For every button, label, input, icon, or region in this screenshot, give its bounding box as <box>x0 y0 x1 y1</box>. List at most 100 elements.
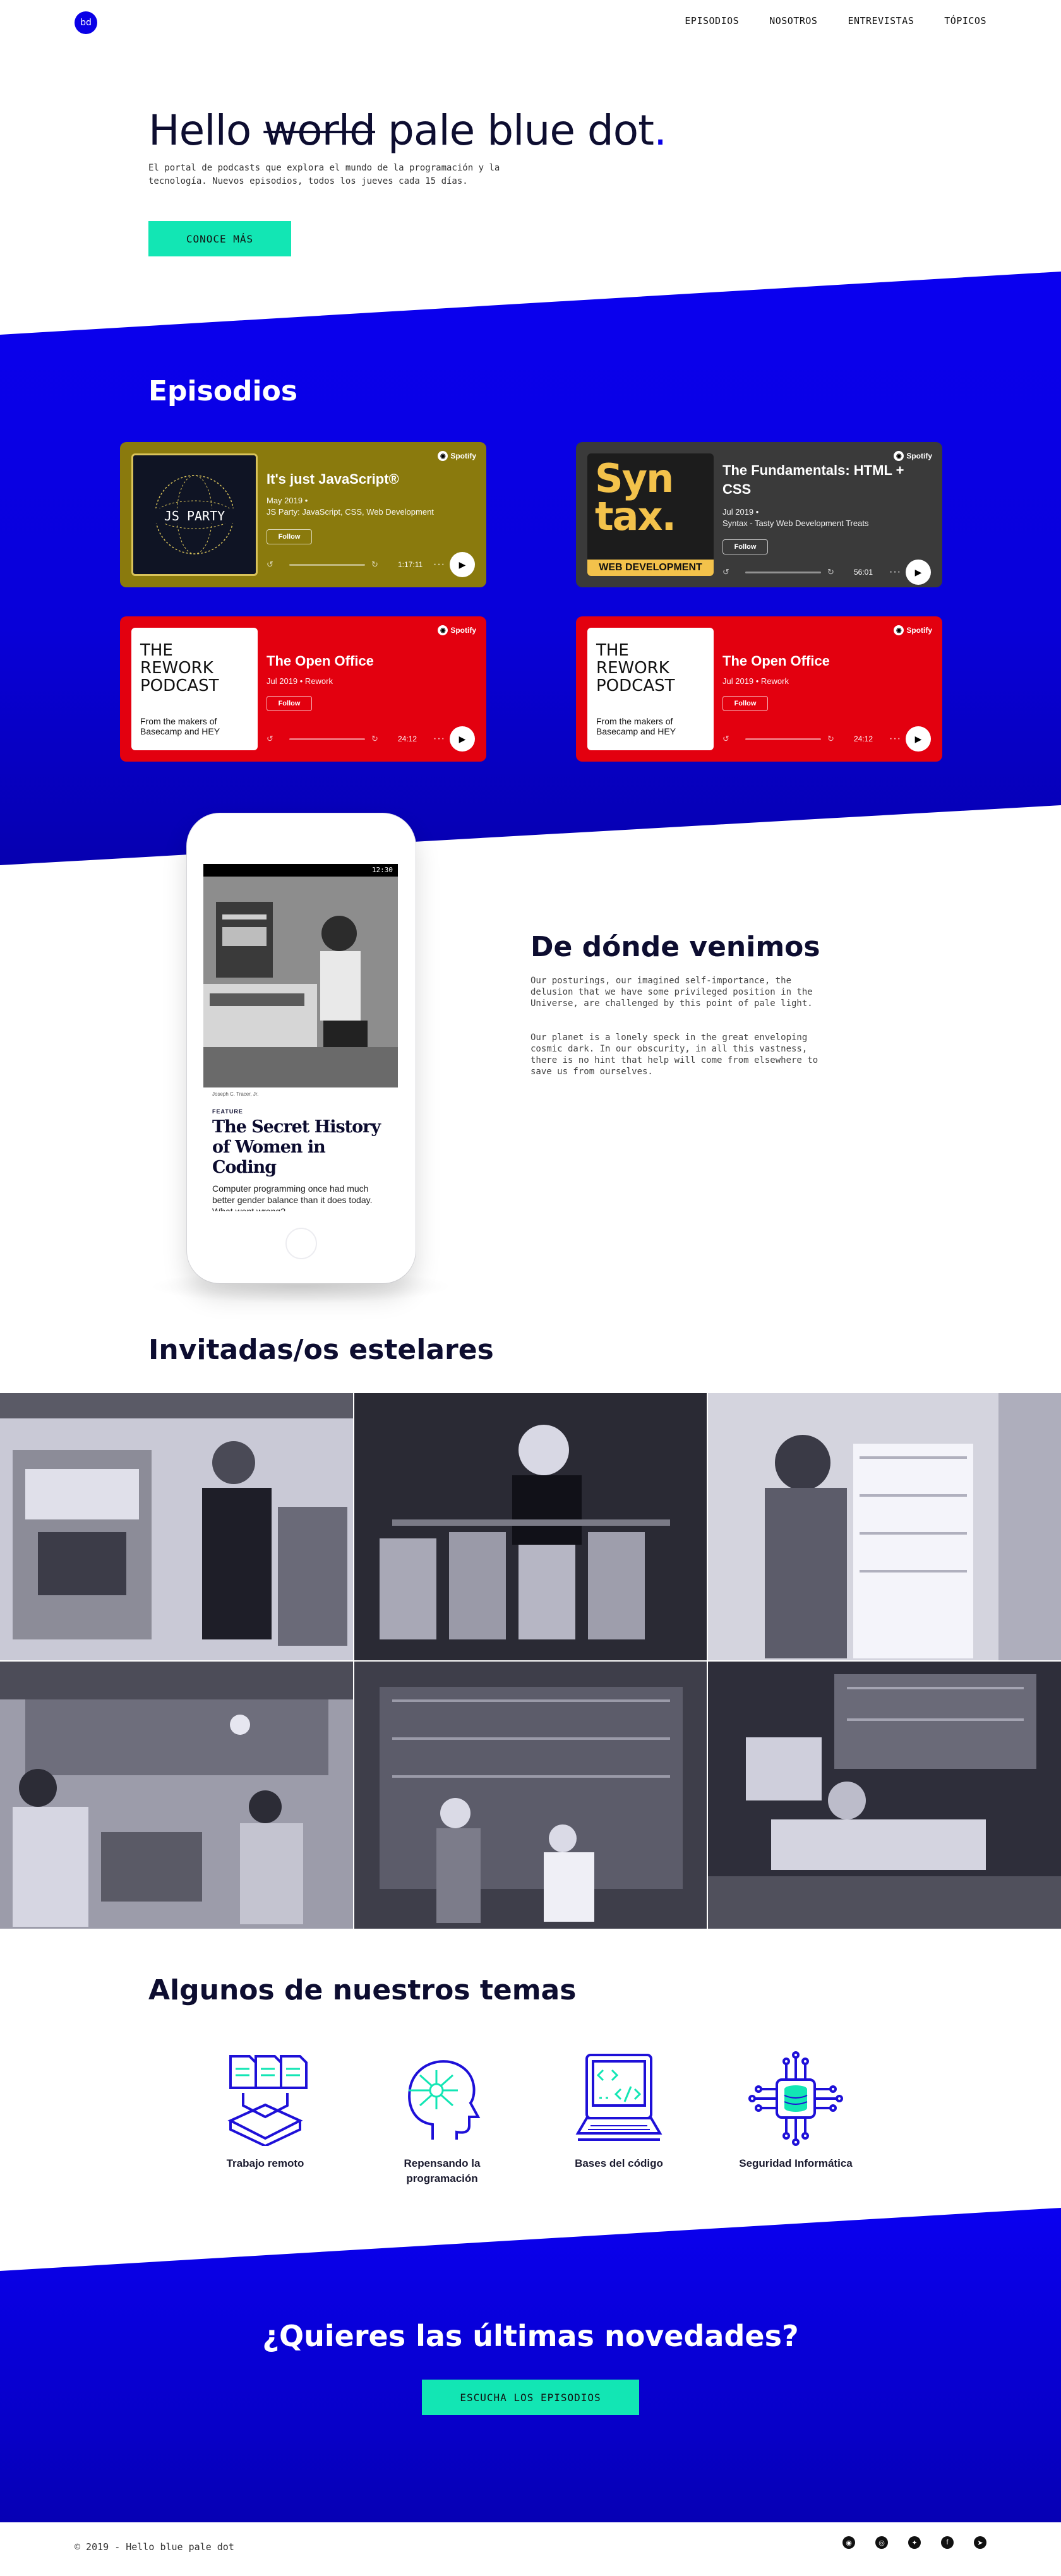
spotify-label: Spotify <box>450 452 476 460</box>
spotify-label: Spotify <box>906 626 932 635</box>
topic-trabajo-remoto[interactable]: Trabajo remoto <box>202 2051 328 2171</box>
follow-button[interactable]: Follow <box>267 529 312 544</box>
spotify-icon: ◉ <box>438 451 448 461</box>
circuit-database-icon <box>748 2051 843 2146</box>
forward-15-icon[interactable]: ↻ <box>371 560 388 570</box>
story-title: The Secret History of Women in Coding <box>212 1117 381 1177</box>
guest-photo-illustration <box>354 1393 707 1660</box>
guest-photo-illustration <box>708 1393 1061 1660</box>
spotify-badge: ◉ Spotify <box>438 625 476 635</box>
hero-title-prefix: Hello <box>148 106 251 155</box>
episode-show: Syntax - Tasty Web Development Treats <box>722 518 869 528</box>
guest-photo-3[interactable] <box>708 1393 1061 1660</box>
rework-cover: THE REWORK PODCAST From the makers of Ba… <box>131 628 258 750</box>
syntax-cover-text: Syn tax. <box>595 455 676 539</box>
jsparty-cover: JS PARTY <box>131 453 258 576</box>
episode-title[interactable]: It's just JavaScript® <box>267 470 469 489</box>
rewind-15-icon[interactable]: ↺ <box>267 560 283 570</box>
progress-bar[interactable] <box>745 738 821 740</box>
spotify-label: Spotify <box>906 452 932 460</box>
rewind-15-icon[interactable]: ↺ <box>722 567 739 577</box>
play-icon[interactable]: ▶ <box>906 726 931 752</box>
progress-bar[interactable] <box>745 571 821 573</box>
progress-bar[interactable] <box>289 563 365 566</box>
topics-title: Algunos de nuestros temas <box>148 1974 577 2006</box>
home-button <box>285 1228 317 1259</box>
phone-screen: 12:30 Joseph C. Tracer, Jr. FEATURE The … <box>203 864 398 1211</box>
article-photo <box>203 877 398 1087</box>
episode-duration: 1:17:11 <box>398 560 423 569</box>
episode-duration: 24:12 <box>398 734 417 743</box>
rewind-15-icon[interactable]: ↺ <box>722 734 739 744</box>
topic-seguridad[interactable]: Seguridad Informática <box>733 2051 859 2171</box>
nav-nosotros[interactable]: NOSOTROS <box>769 15 817 27</box>
spotify-icon[interactable]: ◉ <box>842 2536 855 2549</box>
episode-date: Jul 2019 • Rework <box>267 676 333 686</box>
spotify-badge: ◉ Spotify <box>894 625 932 635</box>
episode-date: May 2019 • <box>267 496 308 505</box>
episode-show: JS Party: JavaScript, CSS, Web Developme… <box>267 507 434 517</box>
forward-15-icon[interactable]: ↻ <box>371 734 388 744</box>
progress-bar[interactable] <box>289 738 365 740</box>
photo-caption: Joseph C. Tracer, Jr. <box>212 1091 259 1097</box>
guest-photo-1[interactable] <box>0 1393 353 1660</box>
syntax-cover-sub: WEB DEVELOPMENT <box>587 560 714 576</box>
player-controls: ↺ ↻ 24:12 ··· ▶ <box>267 726 475 752</box>
topic-label: Trabajo remoto <box>226 2157 304 2169</box>
conoce-mas-button[interactable]: CONOCE MÁS <box>148 221 291 256</box>
episode-card-3[interactable]: THE REWORK PODCAST From the makers of Ba… <box>120 616 486 762</box>
episode-date: Jul 2019 • <box>722 507 759 517</box>
follow-button[interactable]: Follow <box>722 539 768 554</box>
spotify-icon: ◉ <box>894 625 904 635</box>
feature-label: FEATURE <box>212 1108 243 1115</box>
episode-card-1[interactable]: JS PARTY ◉ Spotify It's just JavaScript® … <box>120 442 486 587</box>
rework-cover: THE REWORK PODCAST From the makers of Ba… <box>587 628 714 750</box>
guest-photo-6[interactable] <box>708 1662 1061 1929</box>
episode-title[interactable]: The Fundamentals: HTML + CSS <box>722 461 925 499</box>
rework-cover-sub: From the makers of Basecamp and HEY <box>140 716 220 736</box>
guest-photo-5[interactable] <box>354 1662 707 1929</box>
rewind-15-icon[interactable]: ↺ <box>267 734 283 744</box>
phone-mockup: 12:30 Joseph C. Tracer, Jr. FEATURE The … <box>187 813 416 1283</box>
spotify-icon: ◉ <box>438 625 448 635</box>
guest-photo-2[interactable] <box>354 1393 707 1660</box>
nav-topicos[interactable]: TÓPICOS <box>944 15 986 27</box>
play-icon[interactable]: ▶ <box>906 560 931 585</box>
guest-photo-illustration <box>708 1662 1061 1929</box>
forward-15-icon[interactable]: ↻ <box>827 734 844 744</box>
episode-duration: 56:01 <box>854 568 873 577</box>
instagram-icon[interactable]: ◎ <box>875 2536 888 2549</box>
episode-title[interactable]: The Open Office <box>722 652 925 671</box>
player-controls: ↺ ↻ 24:12 ··· ▶ <box>722 726 931 752</box>
episode-card-4[interactable]: THE REWORK PODCAST From the makers of Ba… <box>576 616 942 762</box>
escucha-episodios-button[interactable]: ESCUCHA LOS EPISODIOS <box>422 2380 639 2415</box>
logo[interactable]: bd <box>75 11 97 34</box>
twitter-icon[interactable]: ✦ <box>908 2536 921 2549</box>
hero-title: Hello world pale blue dot. <box>148 106 667 155</box>
guest-photo-4[interactable] <box>0 1662 353 1929</box>
topic-repensando[interactable]: Repensando la programación <box>379 2051 505 2186</box>
play-icon[interactable]: ▶ <box>450 552 475 577</box>
about-paragraph-1: Our posturings, our imagined self-import… <box>530 976 813 1009</box>
play-icon[interactable]: ▶ <box>450 726 475 752</box>
nav-episodios[interactable]: EPISODIOS <box>685 15 739 27</box>
syntax-cover: Syn tax. WEB DEVELOPMENT <box>587 453 714 576</box>
episode-title[interactable]: The Open Office <box>267 652 469 671</box>
cta-title: ¿Quieres las últimas novedades? <box>262 2319 799 2353</box>
episode-card-2[interactable]: Syn tax. WEB DEVELOPMENT ◉ Spotify The Fu… <box>576 442 942 587</box>
forward-15-icon[interactable]: ↻ <box>827 567 844 577</box>
spotify-badge: ◉ Spotify <box>894 451 932 461</box>
guests-grid <box>0 1393 1061 1929</box>
topic-label: Bases del código <box>575 2157 663 2169</box>
telegram-icon[interactable]: ➤ <box>974 2536 986 2549</box>
topic-bases-codigo[interactable]: Bases del código <box>556 2051 682 2171</box>
guest-photo-illustration <box>0 1662 353 1929</box>
follow-button[interactable]: Follow <box>722 696 768 711</box>
follow-button[interactable]: Follow <box>267 696 312 711</box>
cta-band <box>0 2208 1061 2522</box>
status-bar: 12:30 <box>203 864 398 877</box>
episode-date: Jul 2019 • Rework <box>722 676 789 686</box>
topic-label: Repensando la programación <box>404 2157 481 2184</box>
nav-entrevistas[interactable]: ENTREVISTAS <box>848 15 914 27</box>
facebook-icon[interactable]: f <box>941 2536 954 2549</box>
